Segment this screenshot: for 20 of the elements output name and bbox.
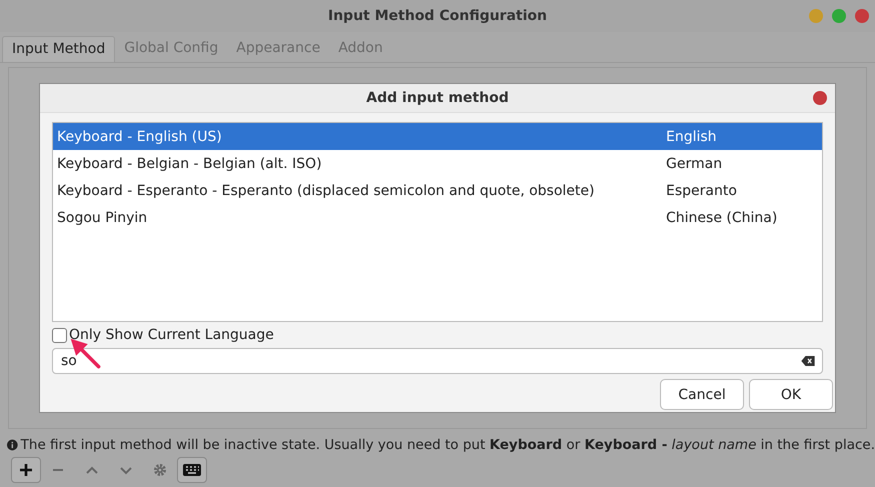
checkbox-label[interactable]: Only Show Current Language: [69, 327, 274, 343]
dialog-button[interactable]: OK: [749, 379, 833, 410]
window-title: Input Method Configuration: [328, 8, 547, 24]
method-name: Sogou Pinyin: [57, 210, 148, 226]
language-name: English: [666, 128, 718, 144]
dialog-title: Add input method: [366, 90, 509, 106]
search-field[interactable]: so: [52, 348, 823, 374]
method-name: Keyboard - Belgian - Belgian (alt. ISO): [57, 156, 323, 172]
tab[interactable]: Input Method: [2, 36, 116, 62]
list-row[interactable]: Keyboard - English (US) English: [53, 123, 822, 150]
list-row[interactable]: Sogou Pinyin Chinese (China): [53, 204, 822, 231]
list-row[interactable]: Keyboard - Esperanto - Esperanto (displaced semicolon and quote, obsolete) Esperanto: [53, 177, 822, 204]
info-text: The first input method will be inactive state. Usually you need to put Keyboard or Keyboard - layout name in the first place.: [20, 437, 875, 453]
method-name: Keyboard - Esperanto - Esperanto (displaced semicolon and quote, obsolete): [57, 182, 596, 198]
language-name: Chinese (China): [666, 210, 778, 226]
language-name: Esperanto: [666, 182, 738, 198]
language-name: German: [666, 156, 724, 172]
method-name: Keyboard - English (US): [57, 128, 223, 144]
list-row[interactable]: Keyboard - Belgian - Belgian (alt. ISO) German: [53, 150, 822, 177]
dialog-button[interactable]: Cancel: [660, 379, 744, 410]
